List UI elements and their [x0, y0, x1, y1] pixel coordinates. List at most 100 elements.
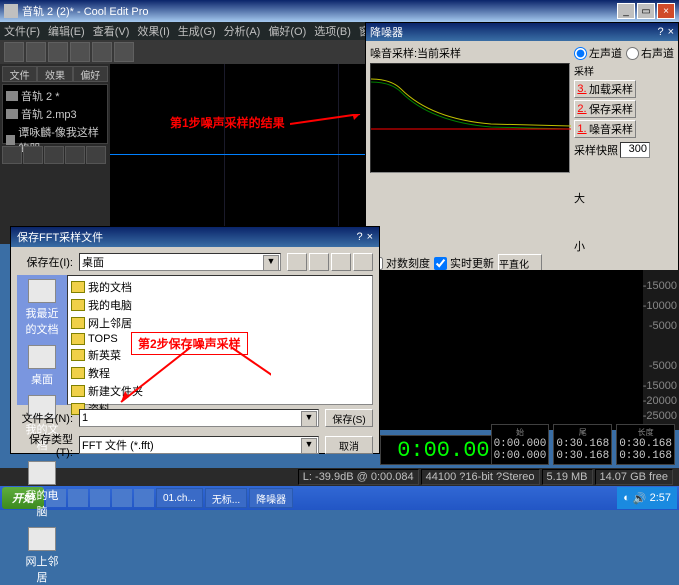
folder-icon [71, 333, 85, 345]
tab-favorites[interactable]: 偏好 [73, 66, 108, 82]
savein-label: 保存在(I): [17, 254, 73, 270]
tab-files[interactable]: 文件 [2, 66, 37, 82]
tray-icon[interactable]: ◐ [623, 492, 630, 504]
radio-left-channel[interactable]: 左声道 [574, 45, 622, 61]
place-computer[interactable]: 我的电脑 [22, 461, 62, 519]
save-button[interactable]: 保存(S) [325, 409, 373, 427]
menu-generate[interactable]: 生成(G) [178, 23, 216, 39]
capture-sample-button[interactable]: 1.噪音采样 [574, 120, 636, 138]
label-small: 小 [574, 238, 650, 254]
sample-section-label: 采样 [574, 63, 650, 78]
panel-button[interactable] [2, 146, 22, 164]
close-button[interactable]: × [657, 3, 675, 19]
radio-right-channel[interactable]: 右声道 [626, 45, 674, 61]
file-list[interactable]: 我的文档 我的电脑 网上邻居 TOPS 新英菜 教程 新建文件夹 资料 第2步保… [67, 275, 373, 405]
track-list[interactable]: 音轨 2 * 音轨 2.mp3 谭咏麟-像我这样的朋... [2, 84, 108, 144]
annotation-step1: 第1步噪声采样的结果 [170, 114, 285, 131]
amplitude-ruler: -15000 -10000 -5000 -5000 -15000 -20000 … [643, 270, 679, 430]
audio-icon [6, 109, 18, 119]
folder-icon [71, 385, 85, 397]
dialog-close-icon[interactable]: × [367, 231, 373, 243]
place-recent[interactable]: 我最近的文档 [22, 279, 62, 337]
place-network[interactable]: 网上邻居 [22, 527, 62, 585]
audio-icon [6, 91, 18, 101]
toolbar-button[interactable] [48, 42, 68, 62]
lower-waveform[interactable]: -15000 -10000 -5000 -5000 -15000 -20000 … [380, 270, 679, 430]
status-format: 44100 ?16-bit ?Stereo [421, 469, 540, 485]
toolbar-button[interactable] [26, 42, 46, 62]
quicklaunch-icon[interactable] [112, 489, 132, 507]
filetype-label: 保存类型(T): [17, 431, 73, 459]
nav-newfolder-button[interactable] [331, 253, 351, 271]
toolbar-button[interactable] [70, 42, 90, 62]
filename-input[interactable]: 1 [79, 409, 319, 427]
menu-analyze[interactable]: 分析(A) [224, 23, 261, 39]
menu-effects[interactable]: 效果(I) [137, 23, 169, 39]
menu-edit[interactable]: 编辑(E) [48, 23, 85, 39]
list-item[interactable]: 教程 [70, 364, 370, 382]
list-item[interactable]: 我的电脑 [70, 296, 370, 314]
noise-profile-graph[interactable] [370, 63, 570, 173]
annotation-step2: 第2步保存噪声采样 [131, 332, 248, 355]
taskbar-task[interactable]: 01.ch... [156, 488, 203, 508]
folder-icon [71, 349, 85, 361]
left-panel: 文件 效果 偏好 音轨 2 * 音轨 2.mp3 谭咏麟-像我这样的朋... [0, 64, 110, 244]
panel-button[interactable] [23, 146, 43, 164]
snapshot-input[interactable]: 300 [620, 142, 650, 158]
toolbar-button[interactable] [114, 42, 134, 62]
nav-up-button[interactable] [309, 253, 329, 271]
place-desktop[interactable]: 桌面 [22, 345, 62, 387]
clock: 2:57 [650, 492, 671, 504]
savein-combo[interactable]: 桌面 [79, 253, 281, 271]
save-sample-button[interactable]: 2.保存采样 [574, 100, 636, 118]
selection-stats: 始0:00.0000:00.000 尾0:30.1680:30.168 长度0:… [491, 424, 675, 465]
places-bar: 我最近的文档 桌面 我的文档 我的电脑 网上邻居 [17, 275, 67, 405]
toolbar-button[interactable] [92, 42, 112, 62]
quicklaunch-icon[interactable] [68, 489, 88, 507]
panel-button[interactable] [65, 146, 85, 164]
panel-button[interactable] [44, 146, 64, 164]
folder-icon [71, 281, 85, 293]
folder-icon [71, 299, 85, 311]
list-item[interactable]: 我的文档 [70, 278, 370, 296]
snapshot-label: 采样快照 [574, 142, 618, 158]
menu-options[interactable]: 选项(B) [314, 23, 351, 39]
dialog-help-icon[interactable]: ? [657, 26, 663, 38]
cancel-button[interactable]: 取消 [325, 436, 373, 454]
status-size: 5.19 MB [542, 469, 593, 485]
menu-file[interactable]: 文件(F) [4, 23, 40, 39]
menu-favorites[interactable]: 偏好(O) [268, 23, 306, 39]
status-bar: L: -39.9dB @ 0:00.084 44100 ?16-bit ?Ste… [0, 468, 679, 486]
label-big: 大 [574, 190, 650, 206]
status-free: 14.07 GB free [595, 469, 674, 485]
save-dialog-title: 保存FFT采样文件 [17, 229, 356, 245]
dialog-close-icon[interactable]: × [668, 26, 674, 38]
nav-view-button[interactable] [353, 253, 373, 271]
filetype-combo[interactable]: FFT 文件 (*.fft) [79, 436, 319, 454]
toolbar-button[interactable] [4, 42, 24, 62]
filename-label: 文件名(N): [17, 410, 73, 426]
nav-back-button[interactable] [287, 253, 307, 271]
load-sample-button[interactable]: 3.加载采样 [574, 80, 636, 98]
window-title: 音轨 2 (2)* - Cool Edit Pro [22, 3, 617, 19]
check-realtime[interactable]: 实时更新 [434, 255, 494, 271]
quicklaunch-icon[interactable] [90, 489, 110, 507]
list-item: 音轨 2 * [5, 87, 105, 105]
system-tray[interactable]: ◐ 🔊 2:57 [617, 487, 677, 509]
panel-button[interactable] [86, 146, 106, 164]
list-item[interactable]: 新建文件夹 [70, 382, 370, 400]
dialog-title: 降噪器 [370, 24, 657, 40]
audio-icon [6, 135, 15, 145]
dialog-help-icon[interactable]: ? [356, 231, 362, 243]
status-level: L: -39.9dB @ 0:00.084 [298, 469, 419, 485]
taskbar-task[interactable]: 降噪器 [249, 488, 293, 508]
list-item[interactable]: 网上邻居 [70, 314, 370, 332]
quicklaunch-icon[interactable] [134, 489, 154, 507]
tab-effects[interactable]: 效果 [37, 66, 72, 82]
menu-view[interactable]: 查看(V) [93, 23, 130, 39]
app-icon [4, 4, 18, 18]
taskbar-task[interactable]: 无标... [205, 488, 247, 508]
minimize-button[interactable]: _ [617, 3, 635, 19]
tray-icon[interactable]: 🔊 [633, 492, 647, 505]
maximize-button[interactable]: ▭ [637, 3, 655, 19]
